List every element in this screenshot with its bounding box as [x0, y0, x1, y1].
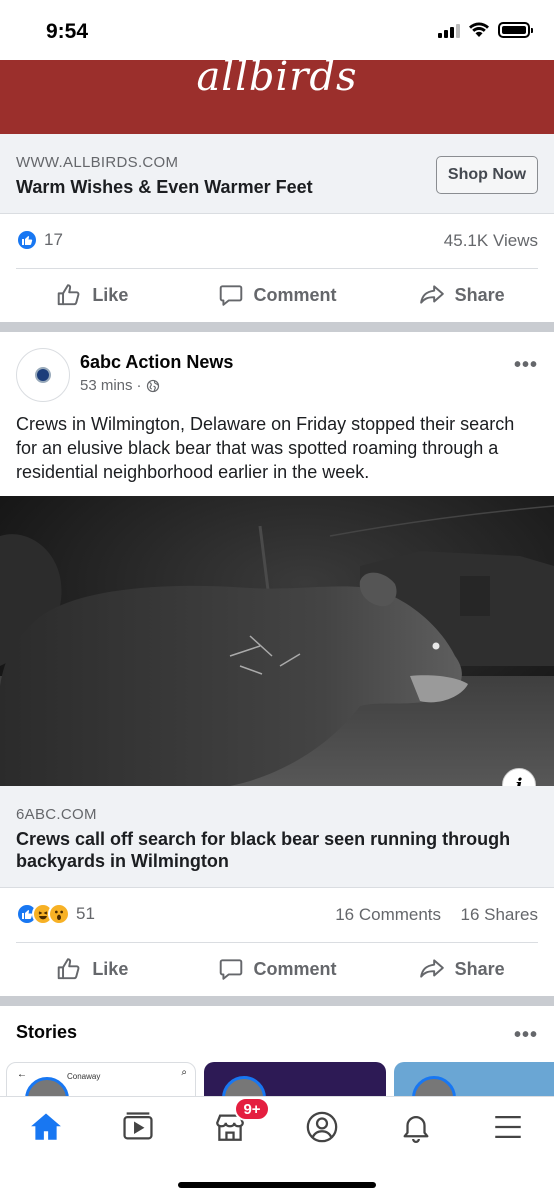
- status-time: 9:54: [46, 20, 89, 43]
- status-bar: 9:54: [0, 0, 554, 60]
- reactions-group: [16, 903, 70, 925]
- ad-domain: WWW.ALLBIRDS.COM: [16, 154, 179, 171]
- link-domain: 6ABC.COM: [16, 806, 97, 823]
- ad-link-preview[interactable]: WWW.ALLBIRDS.COM Warm Wishes & Even Warm…: [0, 134, 554, 214]
- watch-video-icon: [123, 1112, 153, 1140]
- battery-icon: [498, 22, 533, 38]
- comment-icon: [219, 959, 242, 980]
- home-indicator[interactable]: [178, 1182, 376, 1188]
- share-button[interactable]: Share: [369, 268, 554, 322]
- tab-menu[interactable]: [486, 1107, 530, 1147]
- ad-views[interactable]: 45.1K Views: [444, 231, 538, 251]
- thumbs-up-icon: [58, 958, 80, 980]
- ad-image[interactable]: allbirds: [0, 54, 554, 134]
- tab-home[interactable]: [24, 1107, 68, 1147]
- comment-button[interactable]: Comment: [185, 942, 370, 996]
- ad-reactions[interactable]: 17: [16, 229, 63, 251]
- globe-icon: [146, 379, 159, 392]
- post-reactions[interactable]: 51: [16, 903, 95, 925]
- ad-stats-row: 17 45.1K Views: [0, 214, 554, 268]
- post-author[interactable]: 6abc Action News: [80, 352, 233, 373]
- tab-watch[interactable]: [116, 1107, 160, 1147]
- share-label: Share: [454, 284, 505, 305]
- story-label: Conaway: [67, 1072, 101, 1081]
- post-more-options-icon[interactable]: •••: [514, 355, 538, 375]
- feed-separator: [0, 322, 554, 332]
- like-label: Like: [92, 958, 129, 979]
- post-meta: 53 mins ·: [80, 377, 160, 394]
- like-label: Like: [92, 284, 129, 305]
- signal-icon: [438, 22, 460, 38]
- marketplace-badge: 9+: [234, 1097, 270, 1121]
- meta-separator: ·: [136, 377, 142, 394]
- like-button[interactable]: Like: [0, 942, 185, 996]
- status-icons: [438, 22, 533, 38]
- comment-button[interactable]: Comment: [185, 268, 370, 322]
- shop-now-button[interactable]: Shop Now: [436, 156, 538, 194]
- post-link-preview[interactable]: 6ABC.COM Crews call off search for black…: [0, 786, 554, 888]
- post-stats-row: 51 16 Comments 16 Shares: [0, 888, 554, 942]
- stories-title: Stories: [16, 1022, 78, 1042]
- allbirds-logo: allbirds: [196, 54, 358, 100]
- bell-icon: [403, 1116, 429, 1143]
- menu-icon: [495, 1115, 521, 1139]
- ad-reaction-count: 17: [44, 230, 63, 249]
- post-counts: 16 Comments 16 Shares: [335, 905, 538, 925]
- feed-separator: [0, 996, 554, 1006]
- post-image[interactable]: [0, 496, 554, 786]
- home-icon: [31, 1113, 61, 1140]
- thumbs-up-icon: [58, 284, 80, 306]
- share-label: Share: [454, 958, 505, 979]
- share-icon: [419, 285, 444, 304]
- comments-count[interactable]: 16 Comments: [335, 905, 441, 924]
- ad-headline: Warm Wishes & Even Warmer Feet: [16, 177, 313, 197]
- link-title: Crews call off search for black bear see…: [16, 829, 511, 871]
- shares-count[interactable]: 16 Shares: [461, 905, 539, 924]
- black-bear-photo: [0, 496, 554, 786]
- search-icon: ⌕: [181, 1067, 187, 1078]
- like-button[interactable]: Like: [0, 268, 185, 322]
- ad-action-row: Like Comment Share: [0, 268, 554, 322]
- tab-notifications[interactable]: [394, 1107, 438, 1147]
- post-text: Crews in Wilmington, Delaware on Friday …: [16, 414, 515, 482]
- comment-icon: [219, 285, 242, 306]
- wow-reaction-icon: [48, 903, 70, 925]
- page-avatar[interactable]: [16, 348, 70, 402]
- like-reaction-icon: [16, 229, 38, 251]
- comment-label: Comment: [253, 958, 337, 979]
- back-arrow-icon: ←: [17, 1069, 27, 1080]
- share-icon: [419, 959, 444, 978]
- share-button[interactable]: Share: [369, 942, 554, 996]
- post-action-row: Like Comment Share: [0, 942, 554, 996]
- post-reaction-count: 51: [76, 904, 95, 923]
- post-time[interactable]: 53 mins: [80, 377, 133, 394]
- wifi-icon: [469, 22, 489, 37]
- tab-profile[interactable]: [300, 1107, 344, 1147]
- profile-icon: [306, 1111, 338, 1143]
- comment-label: Comment: [253, 284, 337, 305]
- 6abc-logo-icon: [35, 367, 51, 383]
- stories-more-options-icon[interactable]: •••: [514, 1025, 538, 1045]
